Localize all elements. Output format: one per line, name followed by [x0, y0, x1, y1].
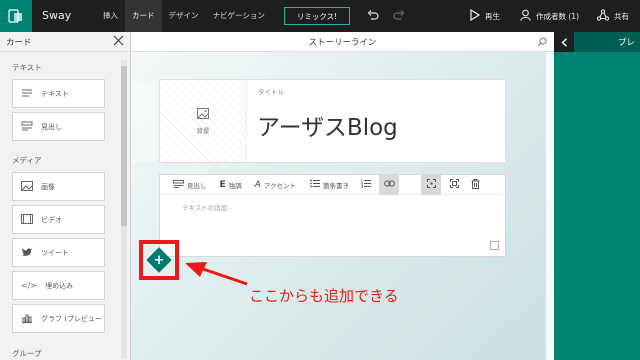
cards-panel-header: カード	[0, 32, 130, 52]
card-label: 埋め込み	[45, 281, 74, 290]
numbered-list-icon	[361, 179, 372, 190]
card-label: テキスト	[41, 89, 69, 98]
top-bar: Sway 挿入 カード デザイン ナビゲーション リミックス! 再生 作成者数 …	[0, 0, 640, 32]
image-icon	[197, 107, 209, 121]
search-icon[interactable]	[537, 37, 547, 50]
share-icon	[596, 9, 610, 23]
user-icon	[520, 9, 531, 23]
link-tool[interactable]	[379, 174, 400, 195]
tab-insert[interactable]: 挿入	[96, 0, 125, 32]
section-label-media: メディア	[12, 156, 42, 165]
trash-icon	[471, 178, 480, 191]
storyline-scrollbar[interactable]	[545, 52, 554, 360]
play-label: 再生	[485, 11, 500, 21]
accent-tool[interactable]: A アクセント	[255, 175, 296, 195]
authors-button[interactable]: 作成者数 (1)	[520, 0, 579, 32]
authors-label: 作成者数 (1)	[536, 11, 580, 21]
add-card-button[interactable]: +	[146, 247, 172, 273]
focus-tool[interactable]	[421, 174, 442, 195]
accent-icon: A	[254, 179, 261, 190]
text-card-toolbar: 見出し E 強調 A アクセント 箇条書き	[160, 174, 505, 195]
background-decoration	[131, 82, 155, 162]
share-button[interactable]: 共有	[596, 0, 629, 32]
heading-icon	[173, 179, 184, 190]
sway-logo-icon[interactable]	[0, 0, 32, 32]
card-label: ビデオ	[41, 215, 62, 224]
undo-icon[interactable]	[366, 9, 380, 25]
card-heading-button[interactable]: 見出し	[12, 112, 105, 141]
section-label-text: テキスト	[12, 63, 42, 72]
emphasis-tool-label: 強調	[228, 181, 242, 190]
add-card-highlight: +	[139, 240, 179, 280]
chevron-left-icon[interactable]	[554, 32, 574, 52]
plus-icon: +	[153, 252, 165, 268]
bullet-list-icon	[310, 179, 321, 190]
background-label: 背景	[196, 126, 210, 135]
remix-button[interactable]: リミックス!	[284, 7, 350, 25]
accent-tool-label: アクセント	[263, 181, 297, 190]
cards-panel: カード テキスト テキスト 見出し メディア 画像 ビデオ ツイート </> 埋…	[0, 32, 131, 360]
app-name: Sway	[42, 9, 72, 22]
fit-icon	[449, 179, 459, 190]
focus-icon	[426, 179, 436, 190]
cards-scroll-thumb[interactable]	[121, 66, 127, 226]
card-select-checkbox[interactable]	[490, 241, 499, 250]
heading-icon	[21, 121, 33, 133]
numbered-list-tool[interactable]	[359, 175, 373, 195]
cards-scrollbar[interactable]	[121, 60, 127, 358]
image-icon	[21, 180, 33, 193]
card-label: ツイート	[41, 248, 69, 257]
share-label: 共有	[614, 11, 629, 21]
storyline-area: ストーリーライン 背景 タイトル アーザスBlog 見出し E 強調 A アクセ…	[131, 32, 554, 360]
text-card[interactable]: 見出し E 強調 A アクセント 箇条書き テキストの追加	[159, 174, 506, 257]
preview-header: プレ	[554, 32, 640, 52]
background-image-slot[interactable]: 背景	[160, 80, 247, 162]
nav-tabs: 挿入 カード デザイン ナビゲーション	[96, 0, 272, 32]
redo-icon[interactable]	[392, 9, 406, 25]
delete-card-button[interactable]	[467, 175, 483, 195]
cards-panel-title: カード	[6, 37, 32, 48]
preview-title: プレ	[618, 38, 636, 48]
storyline-title: ストーリーライン	[308, 37, 377, 48]
text-icon	[21, 88, 33, 100]
card-video-button[interactable]: ビデオ	[12, 205, 105, 234]
heading-tool[interactable]: 見出し	[173, 175, 207, 195]
card-text-button[interactable]: テキスト	[12, 79, 105, 108]
video-icon	[21, 213, 33, 226]
twitter-icon	[21, 247, 33, 259]
emphasis-tool[interactable]: E 強調	[220, 175, 242, 195]
embed-icon: </>	[21, 281, 38, 290]
card-embed-button[interactable]: </> 埋め込み	[12, 271, 105, 300]
card-label: グラフ (プレビュー	[41, 314, 102, 323]
annotation-arrow-icon	[183, 260, 249, 290]
title-card[interactable]: 背景 タイトル アーザスBlog	[159, 79, 506, 163]
close-icon[interactable]	[113, 35, 124, 48]
title-field-label: タイトル	[258, 88, 284, 96]
bullets-tool[interactable]: 箇条書き	[310, 175, 349, 195]
card-label: 画像	[41, 182, 55, 191]
bullets-tool-label: 箇条書き	[323, 181, 350, 190]
preview-panel: プレ	[554, 32, 640, 360]
annotation-text: ここからも追加できる	[249, 287, 399, 305]
section-label-group: グループ	[12, 349, 42, 358]
tab-cards[interactable]: カード	[125, 0, 162, 32]
link-icon	[383, 180, 395, 189]
heading-tool-label: 見出し	[187, 181, 207, 190]
card-label: 見出し	[41, 122, 62, 131]
text-placeholder[interactable]: テキストの追加	[182, 202, 227, 212]
tab-design[interactable]: デザイン	[162, 0, 206, 32]
play-button[interactable]: 再生	[470, 0, 500, 32]
fit-tool[interactable]	[445, 175, 463, 195]
storyline-header: ストーリーライン	[131, 32, 554, 52]
play-icon	[470, 8, 481, 23]
chart-icon	[21, 313, 33, 325]
story-title[interactable]: アーザスBlog	[257, 108, 398, 142]
card-tweet-button[interactable]: ツイート	[12, 238, 105, 267]
emphasis-icon: E	[219, 179, 226, 190]
tab-navigation[interactable]: ナビゲーション	[206, 0, 272, 32]
card-image-button[interactable]: 画像	[12, 172, 105, 201]
card-chart-button[interactable]: グラフ (プレビュー	[12, 304, 105, 333]
